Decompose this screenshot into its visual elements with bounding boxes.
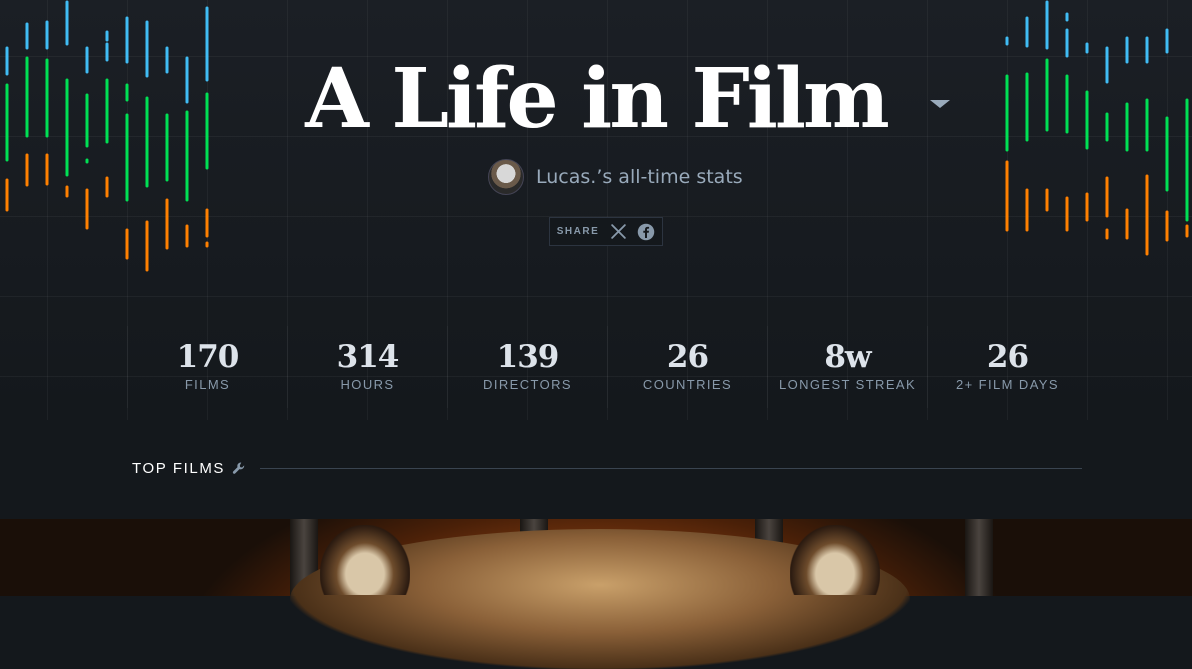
user-stats-label[interactable]: Lucas.’s all-time stats <box>536 166 743 188</box>
x-icon[interactable] <box>609 223 627 241</box>
stat-value: 26 <box>986 339 1029 375</box>
stat-countries: 26 COUNTRIES <box>607 326 767 408</box>
stat-value: 26 <box>666 339 709 375</box>
chevron-down-icon[interactable] <box>930 100 950 108</box>
stat-multi-film-days: 26 2+ FILM DAYS <box>927 326 1087 408</box>
stat-directors: 139 DIRECTORS <box>447 326 607 408</box>
share-box: SHARE <box>549 217 663 246</box>
stat-value: 139 <box>496 339 560 375</box>
stat-label: 2+ FILM DAYS <box>956 377 1059 393</box>
poster-bar <box>965 519 993 596</box>
poster-figure-ear <box>790 525 880 595</box>
user-line: Lucas.’s all-time stats <box>488 159 743 195</box>
stat-label: COUNTRIES <box>642 377 733 393</box>
stat-label: HOURS <box>340 377 395 393</box>
stat-label: LONGEST STREAK <box>778 377 917 393</box>
facebook-icon[interactable] <box>637 223 655 241</box>
page-title: A Life in Film <box>305 51 890 147</box>
top-film-poster[interactable] <box>0 519 1192 669</box>
stat-label: DIRECTORS <box>483 377 572 393</box>
stat-label: FILMS <box>184 377 231 393</box>
stat-hours: 314 HOURS <box>287 326 447 408</box>
avatar[interactable] <box>488 159 524 195</box>
poster-figure-ear <box>320 525 410 595</box>
divider <box>260 467 1082 469</box>
stat-films: 170 FILMS <box>127 326 287 408</box>
stat-value: 8w <box>824 339 871 375</box>
stats-row: 170 FILMS 314 HOURS 139 DIRECTORS 26 COU… <box>127 326 1087 408</box>
stat-value: 170 <box>176 339 240 375</box>
title-wrapper: A Life in Film <box>0 50 1192 148</box>
top-films-header: TOP FILMS <box>132 458 1082 478</box>
share-label: SHARE <box>556 226 600 237</box>
stat-longest-streak: 8w LONGEST STREAK <box>767 326 927 408</box>
stat-value: 314 <box>336 339 400 375</box>
wrench-icon[interactable] <box>231 460 248 477</box>
section-title: TOP FILMS <box>132 459 226 477</box>
